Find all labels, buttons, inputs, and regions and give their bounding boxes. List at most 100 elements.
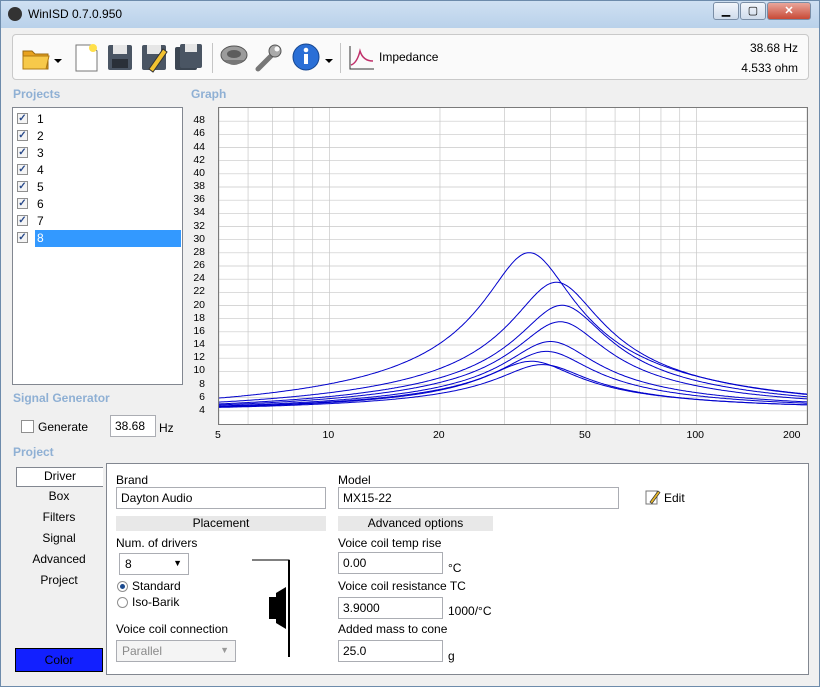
chart-canvas xyxy=(218,108,808,424)
y-tick-label: 42 xyxy=(193,153,205,166)
color-button[interactable]: Color xyxy=(15,648,103,672)
generate-checkbox[interactable] xyxy=(21,420,34,433)
tab-signal[interactable]: Signal xyxy=(16,530,102,548)
tab-advanced[interactable]: Advanced xyxy=(16,551,102,569)
tab-driver[interactable]: Driver xyxy=(16,467,103,487)
vc-temp-unit: °C xyxy=(448,561,462,575)
info-icon[interactable] xyxy=(291,41,321,73)
project-checkbox[interactable]: ✓ xyxy=(17,215,28,226)
save-icon[interactable] xyxy=(105,41,135,73)
standard-radio[interactable] xyxy=(117,581,128,592)
y-tick-label: 26 xyxy=(193,259,205,271)
project-item[interactable]: ✓ 6 xyxy=(17,196,181,213)
project-checkbox[interactable]: ✓ xyxy=(17,232,28,243)
vc-temp-field[interactable]: 0.00 xyxy=(338,552,443,574)
signal-generator-heading: Signal Generator xyxy=(13,391,110,405)
open-dropdown-arrow-icon[interactable] xyxy=(53,41,63,73)
x-tick-label: 10 xyxy=(322,429,335,441)
impedance-graph-icon[interactable] xyxy=(347,41,377,73)
y-tick-label: 22 xyxy=(193,285,205,298)
toolbar-separator xyxy=(340,43,341,73)
speaker-driver-icon[interactable] xyxy=(219,41,249,73)
readout-value: 4.533 ohm xyxy=(741,61,798,75)
vc-res-label: Voice coil resistance TC xyxy=(338,579,466,593)
project-checkbox[interactable]: ✓ xyxy=(17,164,28,175)
new-document-icon[interactable] xyxy=(71,41,101,73)
project-label: 3 xyxy=(37,146,44,160)
brand-field[interactable]: Dayton Audio xyxy=(116,487,326,509)
project-checkbox[interactable]: ✓ xyxy=(17,198,28,209)
project-item[interactable]: ✓ 5 xyxy=(17,179,181,196)
y-tick-label: 28 xyxy=(193,245,205,258)
save-as-icon[interactable] xyxy=(139,41,169,73)
info-dropdown-arrow-icon[interactable] xyxy=(324,41,334,73)
edit-button[interactable]: Edit xyxy=(664,491,685,505)
x-tick-label: 5 xyxy=(215,429,221,441)
toolbar: Impedance 38.68 Hz 4.533 ohm xyxy=(12,34,809,80)
project-checkbox[interactable]: ✓ xyxy=(17,113,28,124)
y-tick-label: 40 xyxy=(193,166,205,179)
app-window: WinISD 0.7.0.950 ▁ ▢ ✕ Impedance 38.68 H… xyxy=(0,0,820,687)
impedance-graph[interactable] xyxy=(218,107,808,425)
brand-label: Brand xyxy=(116,473,149,487)
added-mass-label: Added mass to cone xyxy=(338,622,448,636)
project-label: 5 xyxy=(37,180,44,194)
project-list[interactable]: ✓ 1 ✓ 2 ✓ 3 ✓ 4 ✓ 5 ✓ 6 ✓ 7 ✓ 8 xyxy=(12,107,183,385)
y-tick-label: 46 xyxy=(193,127,205,140)
generator-frequency-input[interactable]: 38.68 xyxy=(110,415,156,437)
project-item[interactable]: ✓ 2 xyxy=(17,128,181,145)
tab-filters[interactable]: Filters xyxy=(16,509,102,527)
project-checkbox[interactable]: ✓ xyxy=(17,181,28,192)
project-item[interactable]: ✓ 1 xyxy=(17,111,181,128)
tab-project[interactable]: Project xyxy=(16,572,102,590)
project-item[interactable]: ✓ 7 xyxy=(17,213,181,230)
generator-frequency-unit: Hz xyxy=(159,421,174,435)
model-label: Model xyxy=(338,473,371,487)
project-label: 8 xyxy=(35,230,181,247)
isobarik-radio[interactable] xyxy=(117,597,128,608)
project-checkbox[interactable]: ✓ xyxy=(17,147,28,158)
wrench-icon[interactable] xyxy=(254,41,284,73)
y-tick-label: 6 xyxy=(199,390,205,403)
y-tick-label: 24 xyxy=(193,272,205,285)
added-mass-field[interactable]: 25.0 xyxy=(338,640,443,662)
vc-res-field[interactable]: 3.9000 xyxy=(338,597,443,619)
y-tick-label: 18 xyxy=(193,311,205,324)
impedance-series-line xyxy=(219,341,808,407)
vc-connection-label: Voice coil connection xyxy=(116,622,229,636)
vc-res-unit: 1000/°C xyxy=(448,604,492,618)
placement-diagram xyxy=(252,559,324,657)
window-title: WinISD 0.7.0.950 xyxy=(28,7,123,21)
toolbar-separator xyxy=(212,43,213,73)
projects-heading: Projects xyxy=(13,87,61,101)
project-item[interactable]: ✓ 4 xyxy=(17,162,181,179)
num-drivers-select[interactable]: 8 ▼ xyxy=(119,553,189,575)
y-tick-label: 38 xyxy=(193,180,205,192)
close-button[interactable]: ✕ xyxy=(767,2,811,20)
y-tick-label: 14 xyxy=(193,338,205,350)
x-tick-label: 20 xyxy=(432,429,445,441)
project-item[interactable]: ✓ 8 xyxy=(17,230,181,247)
project-label: 2 xyxy=(37,129,44,143)
y-tick-label: 30 xyxy=(193,232,205,245)
project-item[interactable]: ✓ 3 xyxy=(17,145,181,162)
open-folder-icon[interactable] xyxy=(21,41,51,73)
impedance-series-line xyxy=(218,252,808,399)
y-tick-label: 20 xyxy=(193,298,205,311)
vc-connection-select[interactable]: Parallel ▼ xyxy=(116,640,236,662)
tab-box[interactable]: Box xyxy=(16,488,102,506)
model-field[interactable]: MX15-22 xyxy=(338,487,619,509)
added-mass-unit: g xyxy=(448,649,455,663)
y-tick-label: 32 xyxy=(193,219,205,232)
view-label[interactable]: Impedance xyxy=(379,50,438,64)
project-label: 1 xyxy=(37,112,44,126)
project-checkbox[interactable]: ✓ xyxy=(17,130,28,141)
graph-heading: Graph xyxy=(191,87,227,101)
edit-pencil-icon[interactable] xyxy=(645,489,661,505)
save-all-icon[interactable] xyxy=(174,41,204,73)
maximize-button[interactable]: ▢ xyxy=(740,2,766,20)
minimize-button[interactable]: ▁ xyxy=(713,2,739,20)
isobarik-label: Iso-Barik xyxy=(132,595,180,609)
y-tick-label: 36 xyxy=(193,193,205,206)
standard-label: Standard xyxy=(132,579,181,593)
